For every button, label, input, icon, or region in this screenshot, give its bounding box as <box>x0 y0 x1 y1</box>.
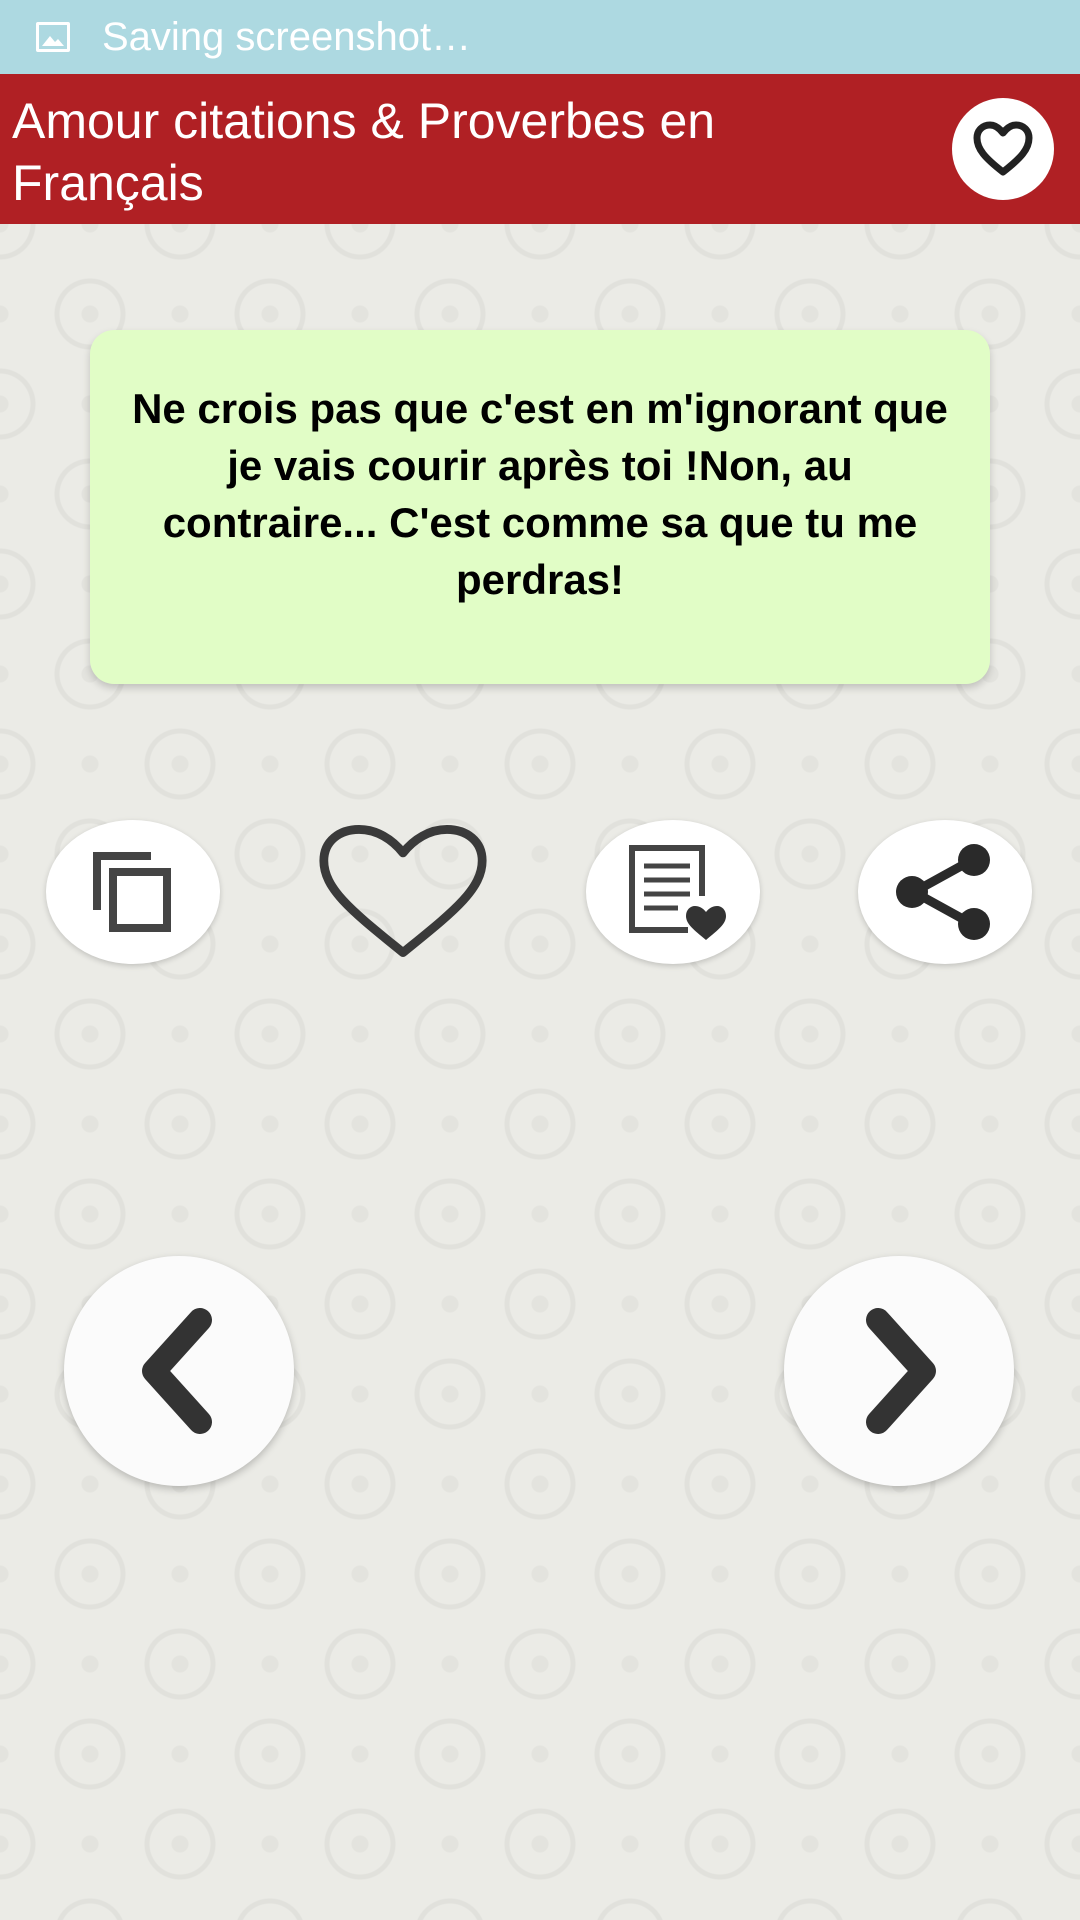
chevron-right-icon <box>866 1308 936 1434</box>
heart-outline-icon <box>973 121 1033 176</box>
quote-card: Ne crois pas que c'est en m'ignorant que… <box>90 330 990 684</box>
favorites-list-button[interactable] <box>586 820 760 964</box>
status-text: Saving screenshot… <box>102 14 472 59</box>
previous-button[interactable] <box>64 1256 294 1486</box>
heart-outline-icon <box>319 825 487 958</box>
chevron-left-icon <box>142 1308 212 1434</box>
copy-button[interactable] <box>46 820 220 964</box>
favorites-button[interactable] <box>952 98 1054 200</box>
share-icon <box>896 844 990 940</box>
status-bar: Saving screenshot… <box>0 0 1080 74</box>
share-button[interactable] <box>858 820 1032 964</box>
app-title: Amour citations & Proverbes en Français <box>12 93 716 211</box>
favorite-button[interactable] <box>316 820 490 964</box>
quote-text: Ne crois pas que c'est en m'ignorant que… <box>132 385 948 603</box>
next-button[interactable] <box>784 1256 1014 1486</box>
copy-icon <box>93 852 171 932</box>
image-icon <box>36 22 70 52</box>
note-heart-icon <box>629 845 726 940</box>
app-bar: Amour citations & Proverbes en Français <box>0 74 1080 224</box>
